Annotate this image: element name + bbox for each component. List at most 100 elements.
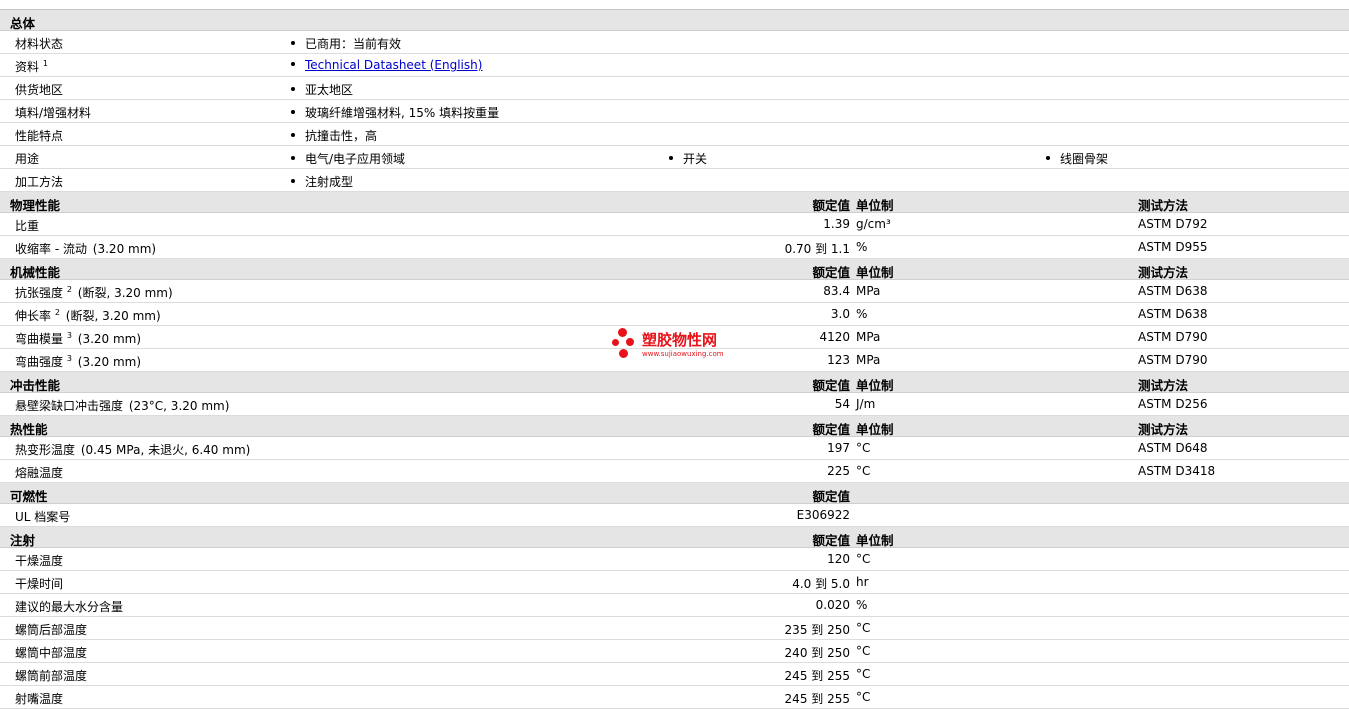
property-name: 螺筒前部温度	[15, 669, 88, 683]
section-header: 热性能 额定值 单位制 测试方法	[0, 416, 1349, 437]
row-label: 性能特点	[15, 127, 63, 144]
property-name: 伸长率	[15, 309, 52, 323]
property-unit: °C	[856, 441, 871, 455]
section-title: 可燃性	[10, 489, 48, 504]
bullet-icon	[291, 62, 295, 66]
property-name: 收缩率 - 流动	[15, 242, 87, 256]
section-title: 机械性能	[10, 265, 61, 280]
property-unit: °C	[856, 552, 871, 566]
property-name: 熔融温度	[15, 466, 64, 480]
logo-dot-icon	[618, 328, 627, 337]
property-label: 悬壁梁缺口冲击强度 (23°C, 3.20 mm)	[15, 397, 229, 414]
row-label-text: 加工方法	[15, 175, 64, 189]
property-value: 123	[827, 353, 850, 367]
row-label: 加工方法	[15, 173, 63, 190]
property-unit: °C	[856, 667, 871, 681]
bullet-item: 亚太地区	[291, 81, 353, 98]
bullet-icon	[291, 110, 295, 114]
header-method: 测试方法	[1138, 378, 1189, 393]
header-unit: 单位制	[856, 198, 894, 213]
bullet-item: 注射成型	[291, 173, 353, 190]
property-unit: g/cm³	[856, 217, 891, 231]
header-value: 额定值	[812, 533, 850, 548]
section-header: 机械性能 额定值 单位制 测试方法	[0, 259, 1349, 280]
header-value: 额定值	[812, 422, 850, 437]
header-unit: 单位制	[856, 422, 894, 437]
property-value: 120	[827, 552, 850, 566]
general-row: 加工方法 注射成型	[0, 169, 1349, 192]
row-label-text: 用途	[15, 152, 40, 166]
property-value: 54	[834, 397, 850, 411]
general-row: 材料状态 已商用：当前有效	[0, 31, 1349, 54]
row-label-text: 材料状态	[15, 37, 64, 51]
section-header: 冲击性能 额定值 单位制 测试方法	[0, 372, 1349, 393]
test-method: ASTM D3418	[1138, 464, 1216, 478]
test-method: ASTM D638	[1138, 307, 1208, 321]
row-label: 填料/增强材料	[15, 104, 91, 121]
header-value: 额定值	[812, 378, 850, 393]
section-title: 注射	[10, 533, 36, 548]
property-value: 4.0 到 5.0	[792, 577, 850, 591]
property-value: 1.39	[823, 217, 850, 231]
footnote-ref: 2	[54, 308, 60, 317]
bullet-text: 线圈骨架	[1060, 152, 1109, 166]
property-unit: °C	[856, 690, 871, 704]
property-label: 抗张强度 2 (断裂, 3.20 mm)	[15, 284, 173, 301]
property-unit: MPa	[856, 284, 881, 298]
bullet-icon	[669, 156, 673, 160]
datasheet-link[interactable]: Technical Datasheet (English)	[305, 58, 482, 72]
bullet-text: 开关	[683, 152, 708, 166]
property-label: 螺筒后部温度	[15, 621, 87, 638]
row-label: 用途	[15, 150, 39, 167]
general-row: 供货地区 亚太地区	[0, 77, 1349, 100]
property-value: 83.4	[823, 284, 850, 298]
bullet-item: 线圈骨架	[1046, 150, 1108, 167]
general-row: 填料/增强材料 玻璃纤維增强材料, 15% 填料按重量	[0, 100, 1349, 123]
property-value: 235 到 250	[784, 623, 850, 637]
property-value: 225	[827, 464, 850, 478]
section-header: 可燃性 额定值	[0, 483, 1349, 504]
row-label-text: 填料/增强材料	[15, 106, 92, 120]
section-header: 注射 额定值 单位制	[0, 527, 1349, 548]
property-sections: 物理性能 额定值 单位制 测试方法 比重 1.39 g/cm³ ASTM D792 收缩率 - …	[0, 192, 1349, 709]
property-value: 245 到 255	[784, 692, 850, 706]
property-unit: °C	[856, 621, 871, 635]
property-row: 热变形温度 (0.45 MPa, 未退火, 6.40 mm) 197 °C ASTM …	[0, 437, 1349, 460]
property-row: 收缩率 - 流动 (3.20 mm) 0.70 到 1.1% ASTM D955	[0, 236, 1349, 259]
row-label-text: 资料	[15, 60, 40, 74]
property-name: 弯曲强度	[15, 355, 64, 369]
property-name: 干燥温度	[15, 554, 64, 568]
property-label: 比重	[15, 217, 39, 234]
property-condition: (3.20 mm)	[92, 242, 157, 256]
footnote-ref: 1	[42, 59, 48, 68]
property-row: 干燥温度 120 °C	[0, 548, 1349, 571]
property-name: 射嘴温度	[15, 692, 64, 706]
header-unit: 单位制	[856, 265, 894, 280]
property-name: 弯曲模量	[15, 332, 64, 346]
bullet-item: 玻璃纤維增强材料, 15% 填料按重量	[291, 104, 499, 121]
section-header: 物理性能 额定值 单位制 测试方法	[0, 192, 1349, 213]
watermark-logo: 塑胶物性网 www.sujiaowuxing.com	[612, 327, 752, 363]
property-unit: J/m	[856, 397, 876, 411]
test-method: ASTM D790	[1138, 353, 1208, 367]
property-name: 螺筒后部温度	[15, 623, 88, 637]
property-row: 伸长率 2 (断裂, 3.20 mm) 3.0% ASTM D638	[0, 303, 1349, 326]
top-divider	[0, 0, 1349, 10]
header-value: 额定值	[812, 265, 850, 280]
property-value: 0.70 到 1.1	[784, 242, 850, 256]
bullet-item[interactable]: Technical Datasheet (English)	[291, 58, 482, 72]
watermark-url: www.sujiaowuxing.com	[642, 350, 724, 358]
property-section: 物理性能 额定值 单位制 测试方法 比重 1.39 g/cm³ ASTM D792 收缩率 - …	[0, 192, 1349, 259]
property-unit: MPa	[856, 330, 881, 344]
footnote-ref: 3	[66, 331, 72, 340]
property-condition: (0.45 MPa, 未退火, 6.40 mm)	[80, 443, 251, 457]
test-method: ASTM D648	[1138, 441, 1208, 455]
bullet-icon	[291, 179, 295, 183]
property-label: UL 档案号	[15, 508, 70, 525]
property-value: 240 到 250	[784, 646, 850, 660]
bullet-icon	[1046, 156, 1050, 160]
property-condition: (23°C, 3.20 mm)	[128, 399, 230, 413]
property-section: 可燃性 额定值 UL 档案号 E306922	[0, 483, 1349, 527]
header-method: 测试方法	[1138, 422, 1189, 437]
property-value: 4120	[819, 330, 850, 344]
